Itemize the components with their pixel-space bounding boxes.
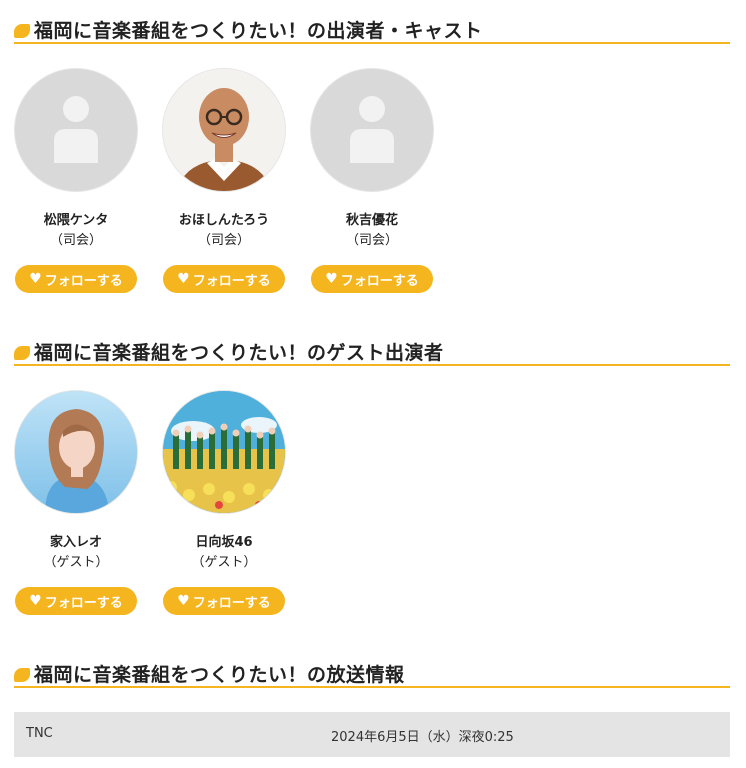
guest-heading: 福岡に音楽番組をつくりたい！のゲスト出演者	[34, 342, 444, 364]
person-silhouette-icon	[54, 96, 98, 163]
follow-button[interactable]: ♥ フォローする	[15, 265, 137, 293]
leaf-icon	[14, 668, 30, 682]
broadcast-datetime: 2024年6月5日（水）深夜0:25	[331, 730, 514, 745]
follow-button[interactable]: ♥ フォローする	[163, 587, 285, 615]
follow-label: フォローする	[192, 595, 271, 611]
follow-button[interactable]: ♥ フォローする	[311, 265, 433, 293]
follow-label: フォローする	[44, 595, 123, 611]
follow-label: フォローする	[192, 273, 271, 289]
heart-icon: ♥	[325, 271, 338, 287]
heart-icon: ♥	[29, 593, 42, 609]
cast-card: 秋吉優花 （司会） ♥ フォローする	[310, 68, 434, 293]
broadcast-section-title: 福岡に音楽番組をつくりたい！の放送情報	[14, 650, 730, 688]
follow-button[interactable]: ♥ フォローする	[163, 265, 285, 293]
guest-name[interactable]: 日向坂46	[162, 533, 286, 553]
avatar-photo[interactable]	[14, 390, 138, 514]
guest-section-title: 福岡に音楽番組をつくりたい！のゲスト出演者	[14, 328, 730, 366]
person-photo-icon	[163, 69, 285, 191]
broadcast-heading: 福岡に音楽番組をつくりたい！の放送情報	[34, 664, 405, 686]
avatar-photo[interactable]	[162, 68, 286, 192]
guest-name[interactable]: 家入レオ	[14, 533, 138, 553]
cast-role: （司会）	[197, 233, 250, 248]
avatar-photo[interactable]	[162, 390, 286, 514]
cast-name[interactable]: 松隈ケンタ	[14, 211, 138, 231]
follow-label: フォローする	[44, 273, 123, 289]
cast-card: 松隈ケンタ （司会） ♥ フォローする	[14, 68, 138, 293]
avatar-placeholder[interactable]	[310, 68, 434, 192]
broadcast-row: TNC 2024年6月5日（水）深夜0:25	[14, 712, 730, 757]
guest-card: 日向坂46 （ゲスト） ♥ フォローする	[162, 390, 286, 615]
cast-name[interactable]: おほしんたろう	[162, 211, 286, 231]
broadcast-station: TNC	[26, 726, 53, 741]
cast-card: おほしんたろう （司会） ♥ フォローする	[162, 68, 286, 293]
cast-role: （司会）	[345, 233, 398, 248]
cast-name[interactable]: 秋吉優花	[310, 211, 434, 231]
guest-role: （ゲスト）	[43, 555, 109, 570]
group-photo-icon	[163, 391, 285, 513]
guest-role: （ゲスト）	[191, 555, 257, 570]
person-photo-icon	[15, 391, 137, 513]
leaf-icon	[14, 346, 30, 360]
person-silhouette-icon	[350, 96, 394, 163]
cast-role: （司会）	[49, 233, 102, 248]
cast-section-title: 福岡に音楽番組をつくりたい！の出演者・キャスト	[14, 6, 730, 44]
follow-button[interactable]: ♥ フォローする	[15, 587, 137, 615]
heart-icon: ♥	[177, 271, 190, 287]
guest-card: 家入レオ （ゲスト） ♥ フォローする	[14, 390, 138, 615]
cast-heading: 福岡に音楽番組をつくりたい！の出演者・キャスト	[34, 20, 483, 42]
heart-icon: ♥	[29, 271, 42, 287]
avatar-placeholder[interactable]	[14, 68, 138, 192]
page: 福岡に音楽番組をつくりたい！の出演者・キャスト 松隈ケンタ （司会） ♥ フォロー…	[0, 0, 746, 768]
follow-label: フォローする	[340, 273, 419, 289]
heart-icon: ♥	[177, 593, 190, 609]
leaf-icon	[14, 24, 30, 38]
